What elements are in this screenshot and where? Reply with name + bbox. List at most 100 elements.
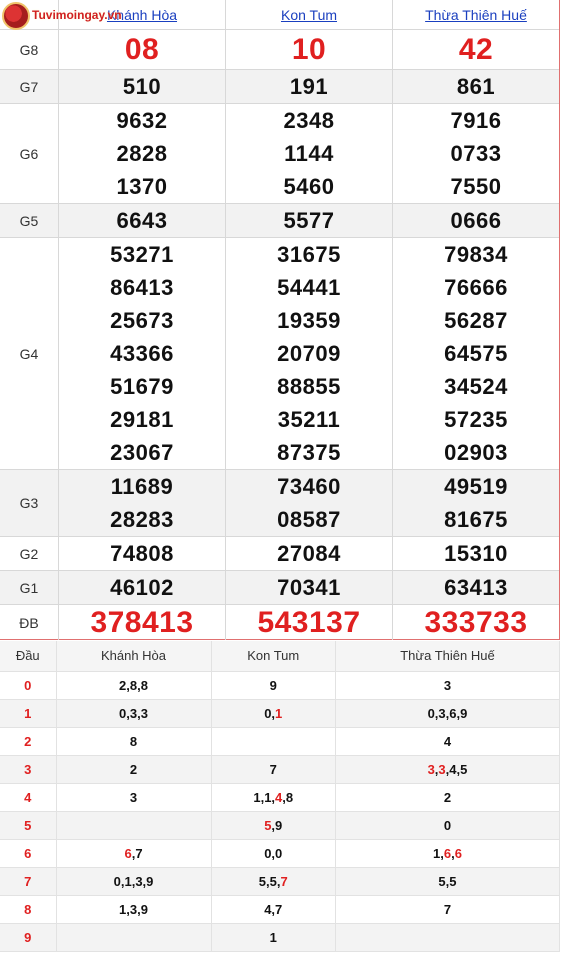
dau-row: 2 8 4 [0,727,561,756]
dau-value: 1,3,9 [56,895,212,924]
dau-value-digit: 0 [119,705,127,721]
dau-value: 4,7 [211,895,336,924]
dau-value-digit: 1 [433,845,441,861]
province-header-kon-tum[interactable]: Kon Tum [226,0,393,29]
prize-cell: 5577 [226,204,393,237]
prize-number: 1144 [284,141,334,166]
dau-value-digit: 7 [275,901,283,917]
dau-header-row: Đầu Khánh Hòa Kon Tum Thừa Thiên Huế [0,641,561,672]
dau-row: 1 0,3,3 0,1 0,3,6,9 [0,699,561,728]
dau-digit: 6 [0,839,57,868]
dau-value-digit: 8 [129,677,138,693]
dau-value-digit: 7 [269,761,277,777]
prize-label: G8 [0,30,59,69]
dau-value: 6,7 [56,839,212,868]
prize-cell: 510 [59,70,226,103]
dau-value: 0,3,6,9 [335,699,561,728]
prize-cell: 31675 54441 19359 20709 88855 35211 87375 [226,238,393,469]
dau-value-digit: 1 [119,901,127,917]
dau-value-digit: 3 [443,677,452,693]
dau-row: 7 0,1,3,9 5,5,7 5,5 [0,867,561,896]
dau-value: 4 [335,727,561,756]
prize-number: 6643 [116,208,168,233]
prize-number: 0733 [450,141,502,166]
prize-number: 81675 [444,507,508,532]
dau-value-digit: 3 [129,789,138,805]
prize-number: 28283 [110,507,174,532]
dau-row: 3 2 7 3,3,4,5 [0,755,561,784]
dau-value-digit: 5 [449,873,457,889]
prize-number: 87375 [277,440,341,465]
dau-value-digit: 6 [449,705,457,721]
dau-value-digit: 1 [124,873,132,889]
prize-cell: 70341 [226,571,393,604]
prize-label: G6 [0,104,59,203]
dau-digit: 0 [0,671,57,700]
dau-value: 8 [56,727,212,756]
dau-value-digit: 7 [135,845,143,861]
results-header-row: Tuvimoingay.vn Khánh Hòa Kon Tum Thừa Th… [0,0,559,30]
site-logo[interactable]: Tuvimoingay.vn [0,0,122,30]
prize-number: 34524 [444,374,508,399]
dau-value-digit: 9 [146,873,154,889]
prize-number: 10 [291,32,327,66]
dau-value [56,923,212,952]
dau-value-digit: 0 [443,817,452,833]
dau-value-digit: 4 [275,789,283,805]
prize-row: G8 08 10 42 [0,30,559,70]
prize-cell: 0666 [393,204,559,237]
dau-value-digit: 2 [443,789,452,805]
prize-number: 7550 [450,174,502,199]
province-header-hue[interactable]: Thừa Thiên Huế [393,0,559,29]
prize-number: 76666 [444,275,508,300]
province-link[interactable]: Thừa Thiên Huế [425,7,527,23]
dau-value-digit: 8 [285,789,294,805]
dau-value-digit: 3 [438,705,446,721]
prize-label: G5 [0,204,59,237]
prize-number: 378413 [90,605,194,639]
dau-value-digit: 2 [129,761,138,777]
dau-value [335,923,561,952]
dau-row: 0 2,8,8 9 3 [0,671,561,700]
dau-value: 5,9 [211,811,336,840]
dau-value: 3 [56,783,212,812]
dau-value-digit: 7 [443,901,452,917]
dau-value-digit: 4 [264,901,272,917]
dau-value-digit: 7 [280,873,288,889]
prize-number: 56287 [444,308,508,333]
prize-row: G3 11689 28283 73460 08587 49519 81675 [0,470,559,537]
dau-value: 0 [335,811,561,840]
dau-value-digit: 0 [264,845,272,861]
dau-digit: 5 [0,811,57,840]
dau-value-digit: 1 [253,789,261,805]
dau-value-digit: 2 [119,677,127,693]
dau-row: 5 5,9 0 [0,811,561,840]
prize-number: 191 [289,74,329,99]
dau-value-digit: 5 [438,873,446,889]
prize-cell: 11689 28283 [59,470,226,536]
dau-value: 1,1,4,8 [211,783,336,812]
dau-value-digit: 9 [269,677,277,693]
dau-value: 2 [56,755,212,784]
prize-cell: 9632 2828 1370 [59,104,226,203]
prize-number: 0666 [450,208,502,233]
prize-number: 5460 [283,174,335,199]
dau-row: 8 1,3,9 4,7 7 [0,895,561,924]
prize-number: 27084 [277,541,341,566]
dau-value: 5,5 [335,867,561,896]
dau-row: 91 [0,923,561,952]
dau-value-digit: 5 [269,873,277,889]
prize-cell: 15310 [393,537,559,570]
dau-value-digit: 5 [258,873,266,889]
prize-row: G4 53271 86413 25673 43366 51679 29181 23067 316… [0,238,559,470]
prize-cell: 53271 86413 25673 43366 51679 29181 23067 [59,238,226,469]
prize-number: 57235 [444,407,508,432]
prize-number: 46102 [110,575,174,600]
dau-value: 1 [211,923,336,952]
prize-number: 2828 [116,141,168,166]
dau-value-digit: 1 [275,705,283,721]
province-link[interactable]: Kon Tum [281,7,337,23]
prize-cell: 333733 [393,605,559,640]
prize-label: G7 [0,70,59,103]
dau-digit: 1 [0,699,57,728]
